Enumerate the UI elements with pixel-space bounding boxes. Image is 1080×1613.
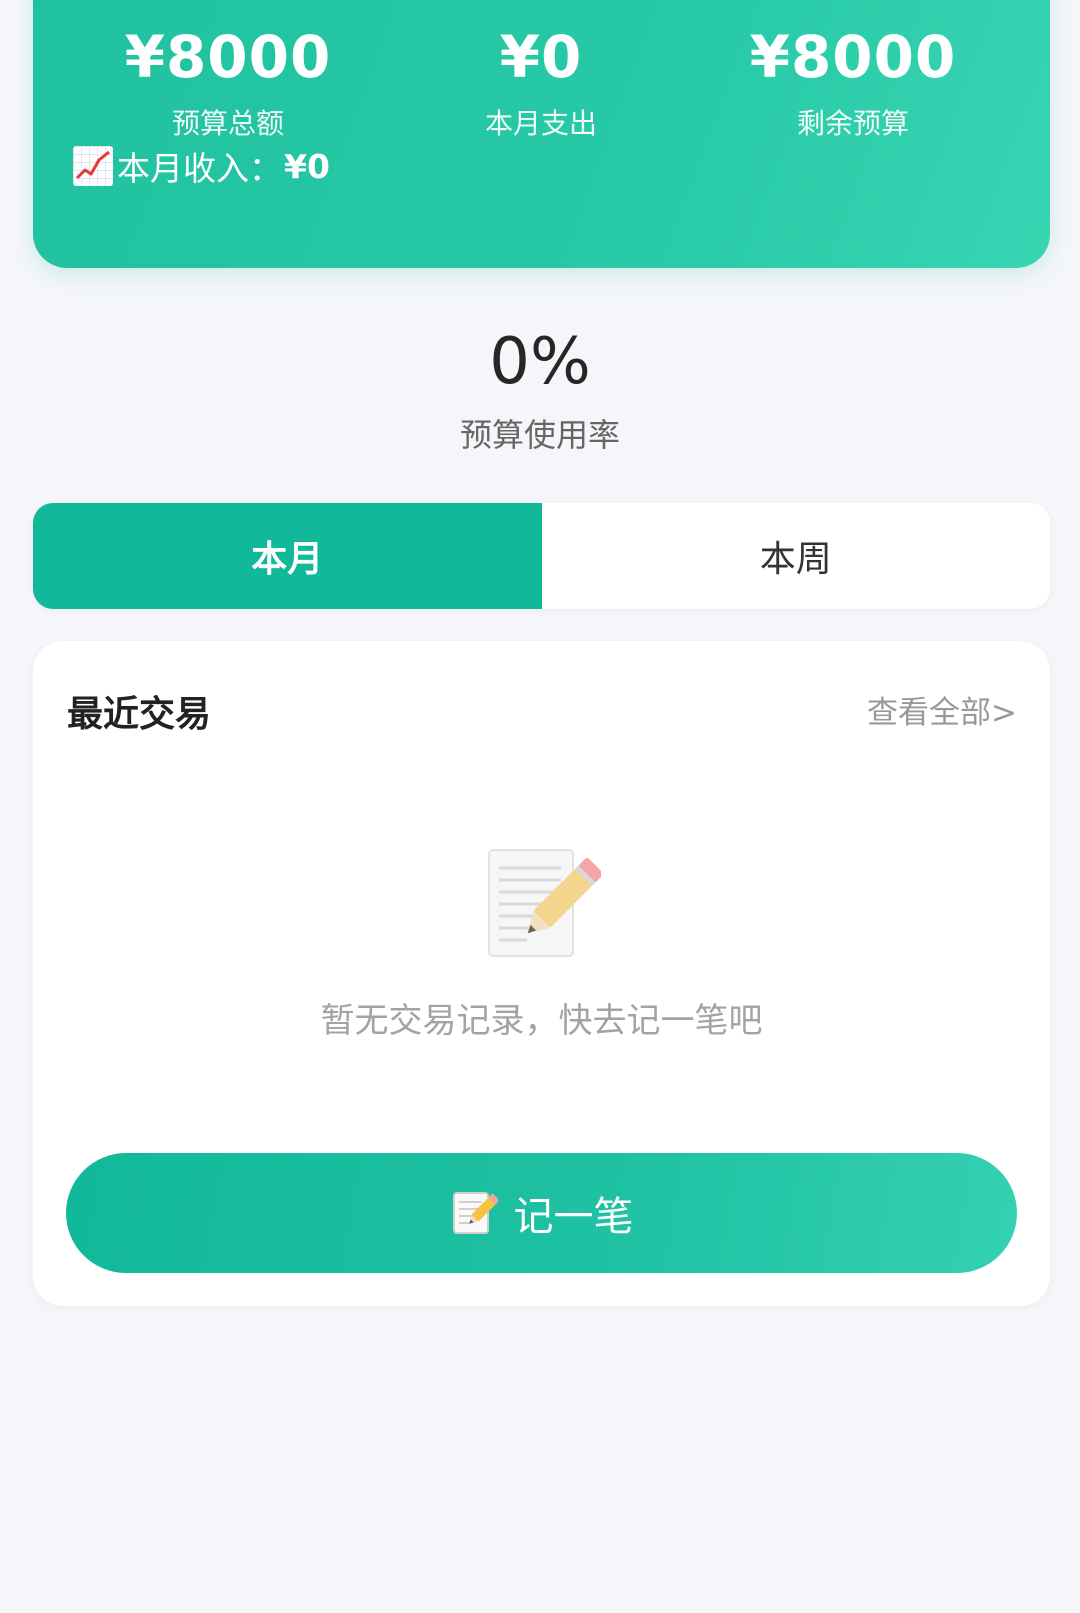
budget-usage-percent: 0%	[489, 325, 591, 399]
month-expense-label: 本月支出	[484, 107, 597, 140]
period-tabs: 本月 本周	[33, 503, 1050, 609]
remaining-budget-stat: ¥8000 剩余预算	[703, 28, 1003, 142]
budget-total-amount: ¥8000	[124, 23, 332, 91]
view-all-link[interactable]: 查看全部>	[867, 687, 1017, 732]
budget-summary-card: ¥8000 预算总额 ¥0 本月支出 ¥8000 剩余预算 本月收入： ¥0	[33, 0, 1050, 268]
month-income-row: 本月收入： ¥0	[73, 142, 330, 190]
add-record-label: 记一笔	[513, 1194, 634, 1240]
chart-up-icon	[73, 146, 113, 186]
budget-total-label: 预算总额	[171, 107, 284, 140]
remaining-budget-label: 剩余预算	[796, 107, 909, 140]
recent-transactions-title: 最近交易	[67, 694, 212, 735]
month-income-label: 本月收入：	[117, 149, 282, 188]
empty-state-text: 暂无交易记录，快去记一笔吧	[320, 1001, 763, 1041]
memo-icon	[483, 846, 604, 965]
budget-total-stat: ¥8000 预算总额	[78, 28, 378, 142]
month-expense-amount: ¥0	[499, 23, 583, 91]
memo-icon	[450, 1189, 498, 1237]
budget-usage: 0% 预算使用率	[0, 330, 1080, 456]
budget-usage-label: 预算使用率	[459, 416, 620, 454]
app-screen: ¥8000 预算总额 ¥0 本月支出 ¥8000 剩余预算 本月收入： ¥0 0…	[0, 0, 1080, 1613]
recent-transactions-card: 最近交易 查看全部> 暂无交易记录，快去记一笔吧 记一笔	[33, 641, 1050, 1306]
tab-this-week[interactable]: 本周	[542, 503, 1051, 609]
month-expense-stat: ¥0 本月支出	[391, 28, 691, 142]
add-record-button[interactable]: 记一笔	[66, 1153, 1017, 1273]
tab-this-month[interactable]: 本月	[33, 503, 542, 609]
month-income-value: ¥0	[284, 146, 330, 186]
remaining-budget-amount: ¥8000	[749, 23, 957, 91]
